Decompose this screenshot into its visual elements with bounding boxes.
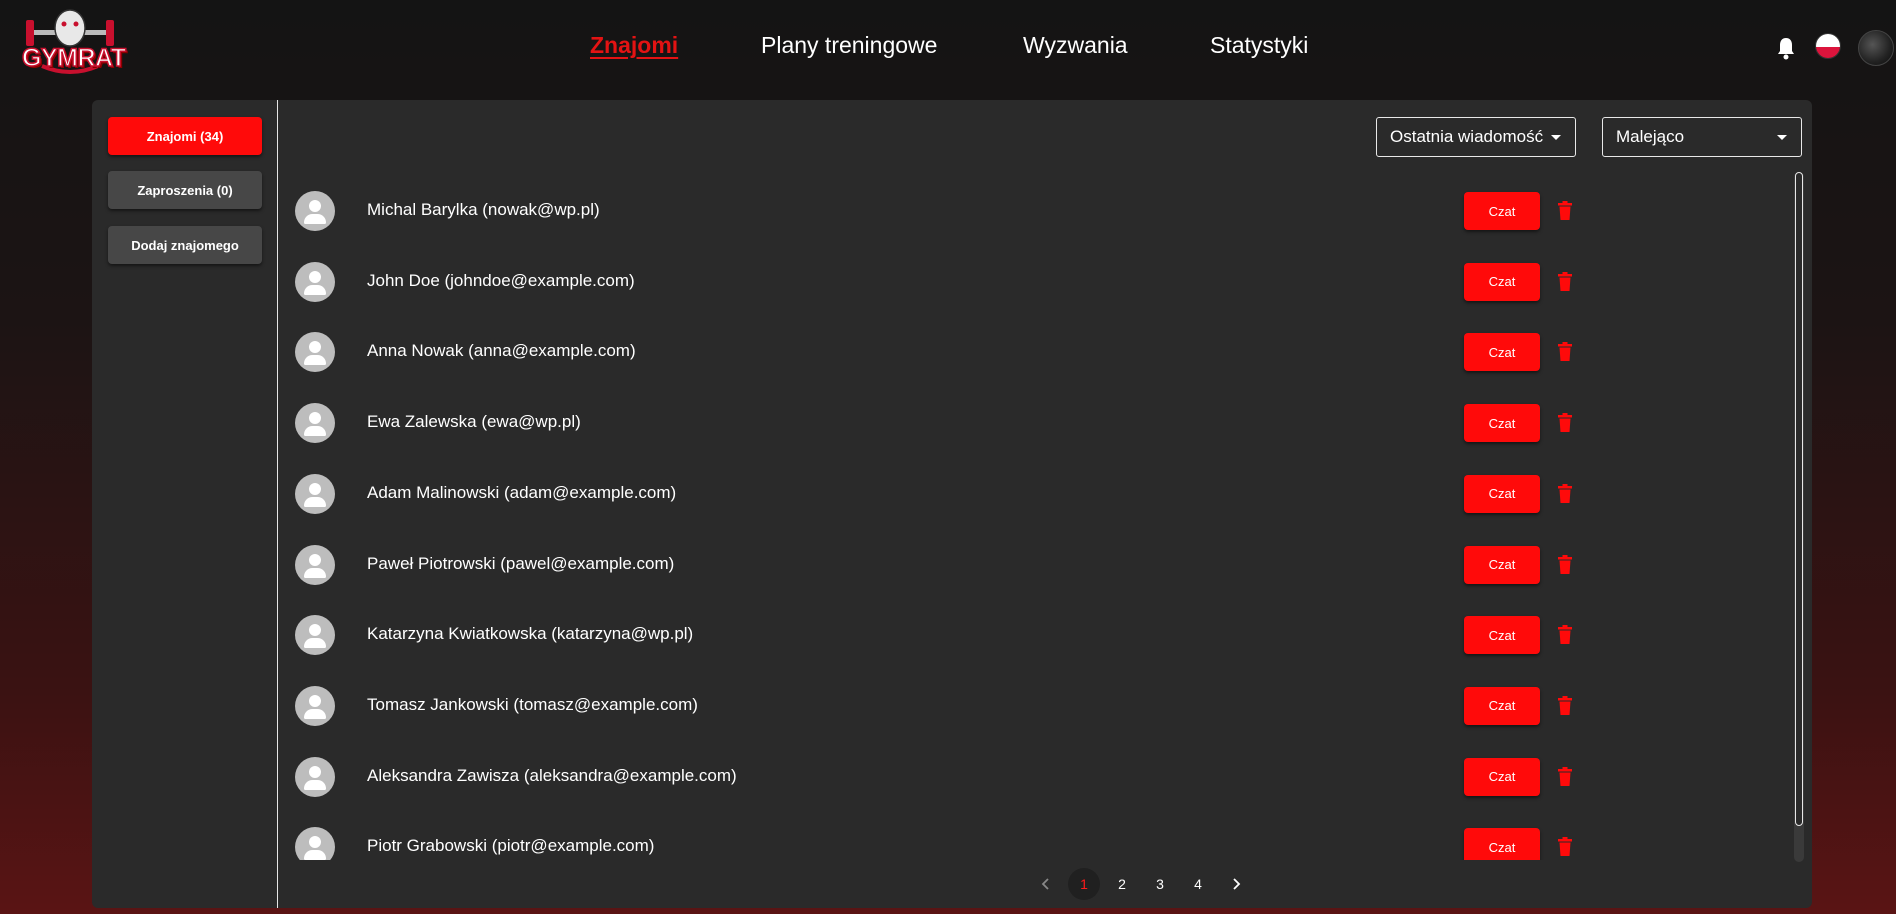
- delete-friend-icon[interactable]: [1557, 413, 1573, 433]
- friend-avatar-icon: [295, 544, 335, 585]
- user-avatar[interactable]: [1858, 30, 1894, 66]
- dropdown-caret-icon: [1551, 135, 1561, 140]
- friends-list: Michal Barylka (nowak@wp.pl) Czat John Doe…: [279, 170, 1799, 860]
- friend-name: Piotr Grabowski (piotr@example.com): [367, 836, 655, 856]
- friends-sidebar: Znajomi (34) Zaproszenia (0) Dodaj znajo…: [92, 100, 278, 908]
- chat-button[interactable]: Czat: [1464, 404, 1540, 443]
- delete-friend-icon[interactable]: [1557, 837, 1573, 857]
- friend-avatar-icon: [295, 615, 335, 656]
- chat-button[interactable]: Czat: [1464, 474, 1540, 513]
- chat-button[interactable]: Czat: [1464, 333, 1540, 372]
- friend-row: John Doe (johndoe@example.com) Czat: [279, 248, 1779, 319]
- page-button-2[interactable]: 2: [1106, 868, 1138, 900]
- sort-order-select[interactable]: Malejąco: [1602, 117, 1802, 157]
- sort-field-select[interactable]: Ostatnia wiadomość: [1376, 117, 1576, 157]
- chat-button[interactable]: Czat: [1464, 686, 1540, 725]
- friend-row: Aleksandra Zawisza (aleksandra@example.c…: [279, 743, 1779, 814]
- page-button-3[interactable]: 3: [1144, 868, 1176, 900]
- nav-statystyki[interactable]: Statystyki: [1210, 32, 1308, 59]
- delete-friend-icon[interactable]: [1557, 271, 1573, 292]
- nav-plany-treningowe[interactable]: Plany treningowe: [761, 32, 937, 59]
- friend-row: Paweł Piotrowski (pawel@example.com) Czat: [279, 531, 1779, 602]
- header: GYMRAT Znajomi Plany treningowe Wyzwania…: [0, 0, 1896, 96]
- friend-name: Adam Malinowski (adam@example.com): [367, 482, 677, 502]
- delete-friend-icon[interactable]: [1557, 201, 1573, 221]
- friend-avatar-icon: [295, 261, 335, 302]
- friend-name: John Doe (johndoe@example.com): [367, 270, 635, 290]
- delete-friend-icon[interactable]: [1557, 766, 1573, 787]
- scrollbar-thumb[interactable]: [1795, 172, 1803, 826]
- friend-avatar-icon: [295, 473, 335, 514]
- friend-avatar-icon: [295, 403, 335, 444]
- friend-name: Anna Nowak (anna@example.com): [367, 341, 636, 361]
- delete-friend-icon[interactable]: [1557, 342, 1573, 362]
- page-button-4[interactable]: 4: [1182, 868, 1214, 900]
- sidebar-item-friends[interactable]: Znajomi (34): [108, 117, 262, 155]
- friend-avatar-icon: [295, 685, 335, 726]
- friend-name: Aleksandra Zawisza (aleksandra@example.c…: [367, 765, 737, 785]
- pagination: 1 2 3 4: [279, 868, 1812, 902]
- nav-wyzwania[interactable]: Wyzwania: [1023, 32, 1128, 59]
- friend-row: Tomasz Jankowski (tomasz@example.com) Cza…: [279, 672, 1779, 743]
- delete-friend-icon[interactable]: [1557, 625, 1573, 645]
- friend-row: Adam Malinowski (adam@example.com) Czat: [279, 460, 1779, 531]
- friend-name: Ewa Zalewska (ewa@wp.pl): [367, 412, 581, 432]
- friend-avatar-icon: [295, 191, 335, 231]
- list-scrollbar[interactable]: [1794, 172, 1804, 862]
- chat-button[interactable]: Czat: [1464, 757, 1540, 796]
- chat-button[interactable]: Czat: [1464, 262, 1540, 301]
- delete-friend-icon[interactable]: [1557, 554, 1573, 575]
- friend-row: Katarzyna Kwiatkowska (katarzyna@wp.pl) C…: [279, 601, 1779, 672]
- friend-row: Anna Nowak (anna@example.com) Czat: [279, 318, 1779, 389]
- chat-button[interactable]: Czat: [1464, 616, 1540, 655]
- friend-row: Ewa Zalewska (ewa@wp.pl) Czat: [279, 389, 1779, 460]
- next-page-icon[interactable]: [1220, 868, 1252, 900]
- sort-order-value: Malejąco: [1616, 127, 1685, 146]
- friend-avatar-icon: [295, 756, 335, 797]
- friend-row: Michal Barylka (nowak@wp.pl) Czat: [279, 177, 1779, 248]
- nav-znajomi[interactable]: Znajomi: [590, 32, 678, 59]
- sidebar-item-add-friend[interactable]: Dodaj znajomego: [108, 226, 262, 264]
- friends-content: Ostatnia wiadomość Malejąco Michal Baryl…: [279, 100, 1812, 908]
- chat-button[interactable]: Czat: [1464, 192, 1540, 230]
- friend-name: Tomasz Jankowski (tomasz@example.com): [367, 694, 698, 714]
- friend-name: Katarzyna Kwiatkowska (katarzyna@wp.pl): [367, 624, 694, 644]
- sort-field-value: Ostatnia wiadomość: [1390, 127, 1544, 146]
- page-button-1[interactable]: 1: [1068, 868, 1100, 900]
- friend-avatar-icon: [295, 332, 335, 373]
- dropdown-caret-icon: [1777, 135, 1787, 140]
- main-nav: Znajomi Plany treningowe Wyzwania Statys…: [0, 28, 1896, 68]
- chat-button[interactable]: Czat: [1464, 545, 1540, 584]
- delete-friend-icon[interactable]: [1557, 695, 1573, 716]
- delete-friend-icon[interactable]: [1557, 483, 1573, 504]
- sidebar-item-invitations[interactable]: Zaproszenia (0): [108, 171, 262, 209]
- friend-row: Piotr Grabowski (piotr@example.com) Czat: [279, 813, 1779, 860]
- polish-flag-icon[interactable]: [1815, 33, 1841, 59]
- friend-avatar-icon: [295, 827, 335, 860]
- friend-name: Paweł Piotrowski (pawel@example.com): [367, 553, 675, 573]
- notification-bell-icon[interactable]: [1776, 36, 1796, 60]
- friend-name: Michal Barylka (nowak@wp.pl): [367, 200, 600, 219]
- friends-panel: Znajomi (34) Zaproszenia (0) Dodaj znajo…: [92, 100, 1812, 908]
- chat-button[interactable]: Czat: [1464, 828, 1540, 860]
- prev-page-icon[interactable]: [1030, 868, 1062, 900]
